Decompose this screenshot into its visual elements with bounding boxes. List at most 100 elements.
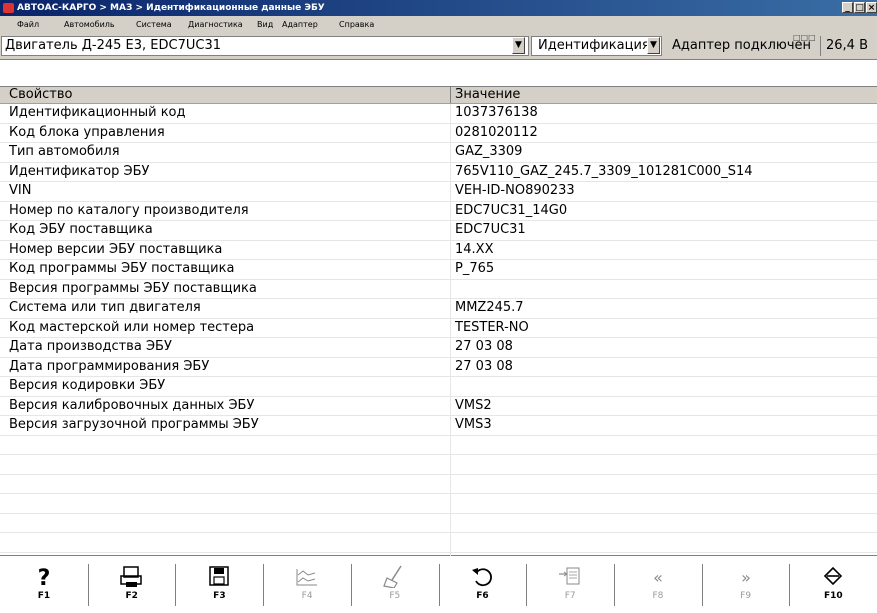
table-body: Идентификационный код 1037376138 Код блока…: [0, 104, 877, 572]
menu-bar: Файл Автомобиль Система Диагностика Вид …: [0, 16, 877, 33]
minimize-button[interactable]: _: [842, 2, 853, 13]
row-value: VMS3: [455, 417, 492, 432]
voltage-readout: 26,4 В: [826, 38, 868, 53]
table-row[interactable]: Номер по каталогу производителя EDC7UC31_…: [0, 201, 877, 221]
row-divider: [450, 123, 451, 142]
svg-text:?: ?: [38, 566, 51, 588]
function-key-bar: ? F1 F2 F3 F4 F5 F6 F7 « F8 » F9 F10: [0, 556, 877, 613]
svg-text:»: »: [741, 568, 751, 587]
row-divider: [450, 474, 451, 493]
table-row[interactable]: Тип автомобиля GAZ_3309: [0, 143, 877, 163]
function-key-f8[interactable]: « F8: [617, 562, 699, 610]
row-divider: [450, 455, 451, 474]
menu-view[interactable]: Вид: [257, 16, 273, 33]
row-divider: [450, 240, 451, 259]
table-row[interactable]: Система или тип двигателя MMZ245.7: [0, 299, 877, 319]
function-key-f1[interactable]: ? F1: [3, 562, 85, 610]
row-property: Тип автомобиля: [9, 144, 120, 159]
table-row[interactable]: [0, 455, 877, 475]
column-divider[interactable]: [450, 87, 451, 103]
row-divider: [450, 435, 451, 454]
chevron-down-icon[interactable]: ▼: [647, 37, 660, 54]
function-key-f7[interactable]: F7: [529, 562, 611, 610]
row-property: Идентификационный код: [9, 105, 186, 120]
window-title: АВТОАС-КАРГО > МАЗ > Идентификационные д…: [17, 3, 325, 13]
row-property: Система или тип двигателя: [9, 300, 201, 315]
table-row[interactable]: Идентификатор ЭБУ 765V110_GAZ_245.7_3309_…: [0, 162, 877, 182]
table-row[interactable]: Версия программы ЭБУ поставщика: [0, 279, 877, 299]
table-row[interactable]: [0, 435, 877, 455]
close-button[interactable]: ×: [866, 2, 877, 13]
table-row[interactable]: [0, 513, 877, 533]
menu-vehicle[interactable]: Автомобиль: [64, 16, 115, 33]
table-row[interactable]: Номер версии ЭБУ поставщика 14.XX: [0, 240, 877, 260]
table-row[interactable]: Дата производства ЭБУ 27 03 08: [0, 338, 877, 358]
table-row[interactable]: Версия кодировки ЭБУ: [0, 377, 877, 397]
function-key-label: F1: [37, 591, 51, 601]
row-value: EDC7UC31_14G0: [455, 202, 568, 218]
function-key-divider: [87, 564, 89, 606]
title-bar: АВТОАС-КАРГО > МАЗ > Идентификационные д…: [0, 0, 877, 16]
function-key-divider: [175, 564, 177, 606]
function-key-f5[interactable]: F5: [354, 562, 436, 610]
row-property: Версия загрузочной программы ЭБУ: [9, 417, 259, 432]
function-key-f10[interactable]: F10: [792, 562, 874, 610]
row-property: Номер версии ЭБУ поставщика: [9, 241, 223, 257]
row-value: 765V110_GAZ_245.7_3309_101281C000_S14: [455, 163, 753, 179]
table-row[interactable]: [0, 533, 877, 553]
function-key-divider: [701, 564, 703, 606]
row-divider: [450, 279, 451, 298]
row-value: VEH-ID-NO890233: [455, 183, 575, 198]
menu-adapter[interactable]: Адаптер: [282, 16, 318, 33]
table-row[interactable]: Версия калибровочных данных ЭБУ VMS2: [0, 396, 877, 416]
row-divider: [450, 182, 451, 201]
toolbar: Двигатель Д-245 Е3, EDC7UC31 ▼ Идентифик…: [0, 33, 877, 60]
table-row[interactable]: [0, 474, 877, 494]
table-row[interactable]: Код ЭБУ поставщика EDC7UC31: [0, 221, 877, 241]
row-value: MMZ245.7: [455, 300, 524, 315]
function-key-label: F7: [564, 591, 576, 601]
mode-select[interactable]: Идентификация: [531, 36, 662, 56]
import-icon: [529, 564, 611, 588]
row-property: VIN: [9, 183, 32, 198]
menu-help[interactable]: Справка: [339, 16, 374, 33]
row-value: TESTER-NO: [455, 319, 529, 335]
row-value: 27 03 08: [455, 339, 513, 354]
function-key-f2[interactable]: F2: [91, 562, 173, 610]
row-value: VMS2: [455, 397, 492, 413]
row-divider: [450, 201, 451, 220]
function-key-divider: [438, 564, 440, 606]
function-key-f3[interactable]: F3: [178, 562, 260, 610]
row-value: EDC7UC31: [455, 222, 526, 237]
maximize-button[interactable]: □: [854, 2, 865, 13]
row-property: Версия программы ЭБУ поставщика: [9, 280, 257, 296]
function-key-label: F5: [389, 591, 401, 601]
table-row[interactable]: Версия загрузочной программы ЭБУ VMS3: [0, 416, 877, 436]
menu-file[interactable]: Файл: [17, 16, 39, 33]
table-row[interactable]: Код мастерской или номер тестера TESTER-N…: [0, 318, 877, 338]
menu-diagnostics[interactable]: Диагностика: [188, 16, 243, 33]
function-key-f9[interactable]: » F9: [705, 562, 787, 610]
row-divider: [450, 338, 451, 357]
column-header-property[interactable]: Свойство: [9, 87, 72, 103]
column-header-value[interactable]: Значение: [455, 87, 520, 103]
table-row[interactable]: Код программы ЭБУ поставщика P_765: [0, 260, 877, 280]
function-key-f6[interactable]: F6: [442, 562, 524, 610]
function-key-divider: [263, 564, 265, 606]
function-key-divider: [526, 564, 528, 606]
table-row[interactable]: [0, 494, 877, 514]
table-row[interactable]: VIN VEH-ID-NO890233: [0, 182, 877, 202]
graph-icon: [266, 564, 348, 588]
function-key-f4[interactable]: F4: [266, 562, 348, 610]
function-key-divider: [613, 564, 615, 606]
table-row[interactable]: Идентификационный код 1037376138: [0, 104, 877, 124]
row-property: Код мастерской или номер тестера: [9, 319, 255, 335]
exit-icon: [792, 564, 874, 588]
engine-select[interactable]: Двигатель Д-245 Е3, EDC7UC31: [1, 36, 529, 56]
table-row[interactable]: Код блока управления 0281020112: [0, 123, 877, 143]
menu-system[interactable]: Система: [136, 16, 172, 33]
table-row[interactable]: Дата программирования ЭБУ 27 03 08: [0, 357, 877, 377]
chevron-down-icon[interactable]: ▼: [512, 37, 525, 54]
row-divider: [450, 260, 451, 279]
row-value: 14.XX: [455, 241, 494, 257]
